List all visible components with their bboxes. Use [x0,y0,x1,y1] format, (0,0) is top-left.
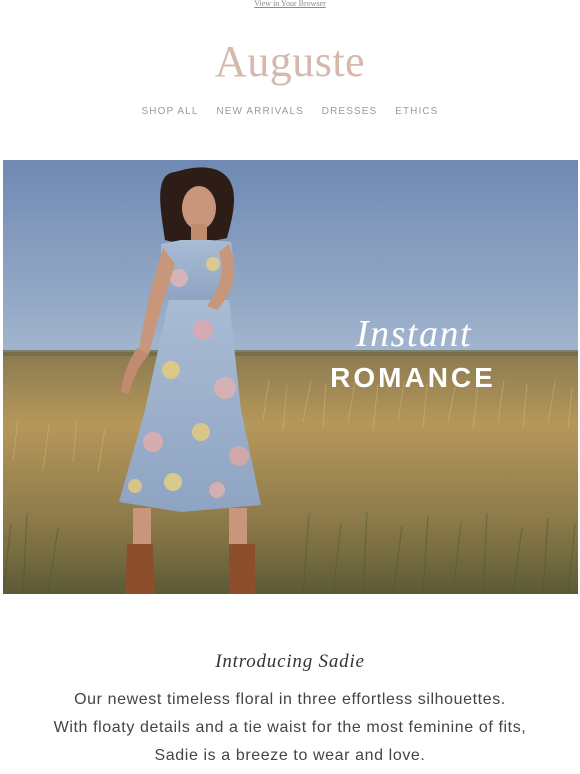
brand-logo[interactable]: Auguste [0,36,580,88]
nav-shop-all[interactable]: SHOP ALL [142,106,199,118]
intro-title: Introducing Sadie [215,651,365,672]
hero-heading-script: Instant [355,313,473,355]
nav-ethics[interactable]: ETHICS [395,106,438,118]
main-nav: SHOP ALL NEW ARRIVALS DRESSES ETHICS [0,106,580,118]
nav-dresses[interactable]: DRESSES [322,106,378,118]
intro-body: Our newest timeless floral in three effo… [0,686,580,770]
hero-banner[interactable]: Instant ROMANCE [3,160,578,594]
nav-new-arrivals[interactable]: NEW ARRIVALS [216,106,303,118]
hero-heading-caps: ROMANCE [330,362,496,393]
intro-line: Sadie is a breeze to wear and love. [154,747,426,764]
intro-line: Our newest timeless floral in three effo… [74,691,506,708]
view-in-browser-link[interactable]: View in Your Browser [0,0,580,8]
intro-line: With floaty details and a tie waist for … [53,719,527,736]
